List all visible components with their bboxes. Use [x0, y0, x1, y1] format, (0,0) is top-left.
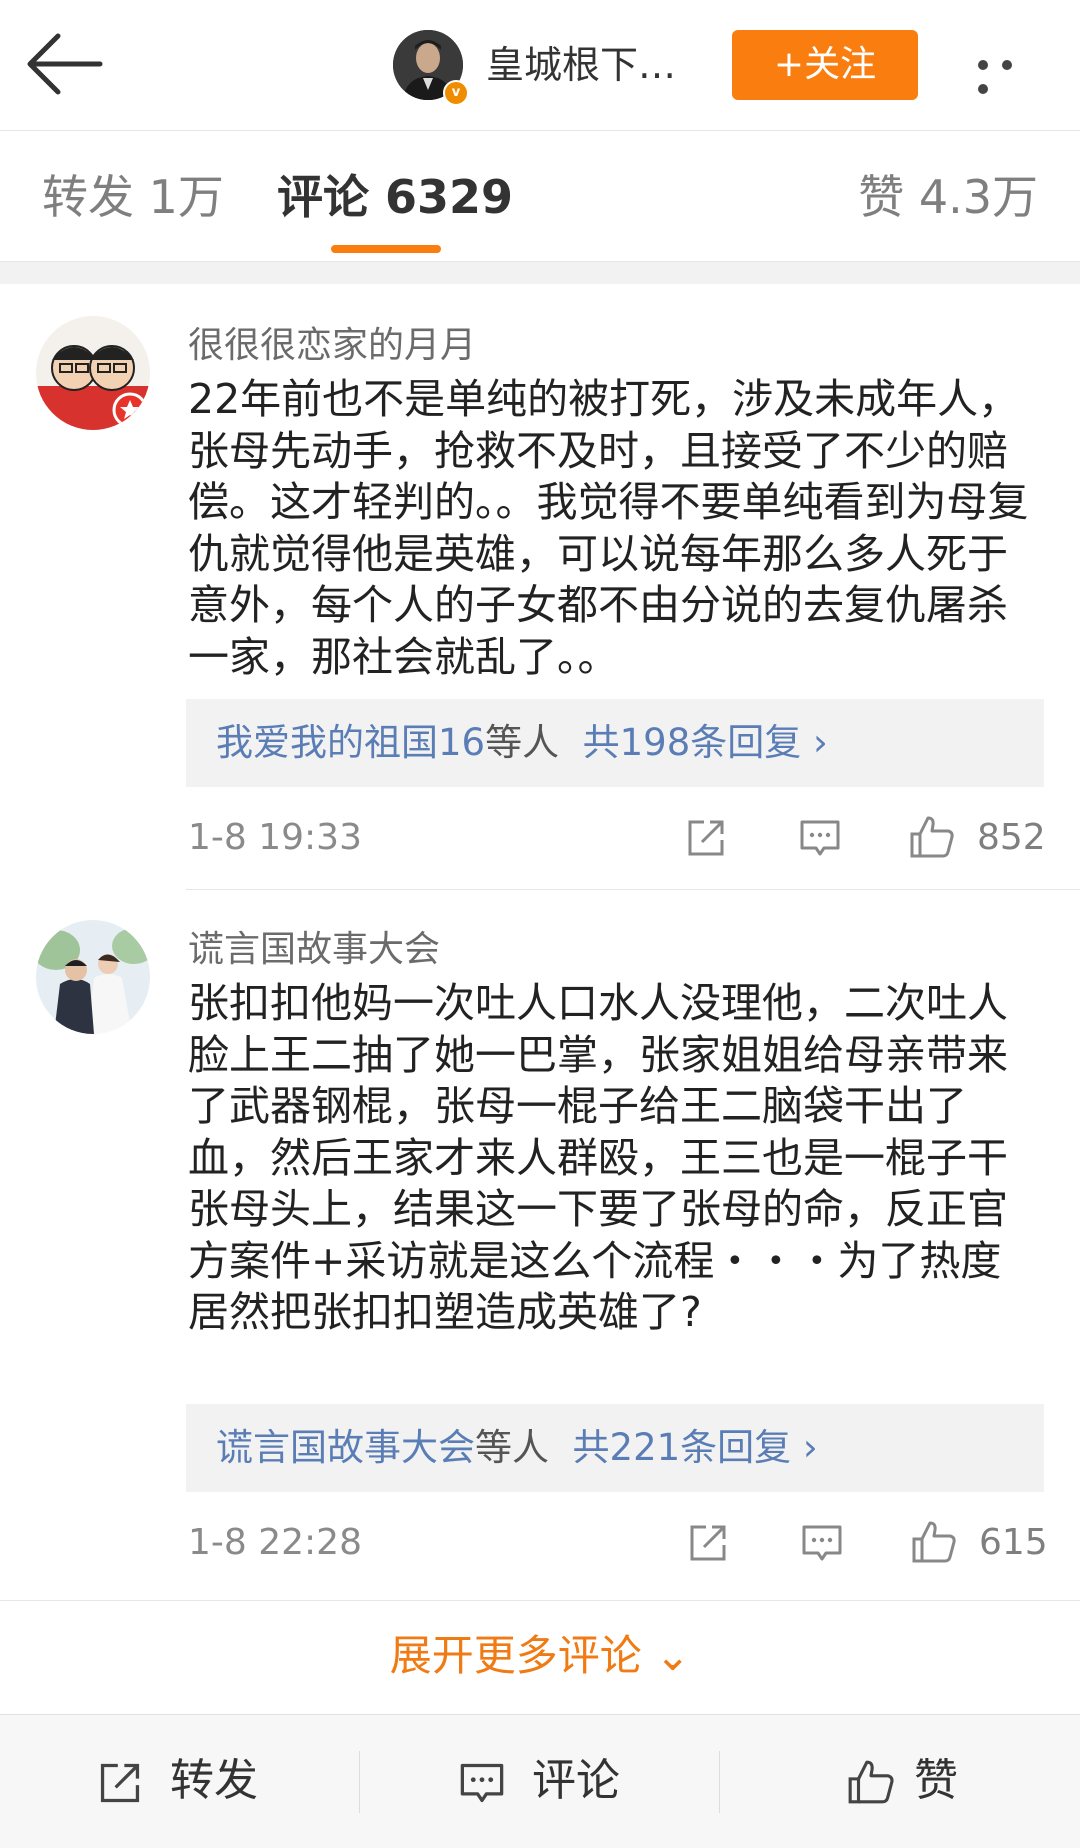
commenter-avatar[interactable] — [36, 920, 150, 1034]
repost-icon[interactable] — [684, 816, 728, 864]
bottom-like-button[interactable]: 赞 — [720, 1715, 1079, 1848]
like-count: 615 — [979, 1522, 1048, 1563]
bottom-repost-button[interactable]: 转发 — [0, 1715, 359, 1848]
like-icon[interactable] — [910, 1519, 958, 1569]
top-bar: v 皇城根下… +关注 — [0, 0, 1080, 131]
bottom-like-label: 赞 — [914, 1755, 958, 1806]
comment-time: 1-8 19:33 — [188, 817, 362, 858]
expand-more-comments-button[interactable]: 展开更多评论 ⌄ — [0, 1600, 1080, 1711]
reply-count[interactable]: 共221条回复 › — [573, 1426, 818, 1469]
like-icon — [846, 1757, 896, 1811]
comment-text: 张扣扣他妈一次吐人口水人没理他，二次吐人脸上王二抽了她一巴掌，张家姐姐给母亲带来… — [188, 979, 1008, 1336]
tab-repost[interactable]: 转发 1万 — [42, 167, 224, 227]
tab-bar: 转发 1万 评论 6329 赞 4.3万 — [0, 131, 1080, 262]
tab-like[interactable]: 赞 4.3万 — [858, 167, 1038, 227]
bottom-comment-label: 评论 — [532, 1755, 620, 1806]
reply-summary[interactable]: 谎言国故事大会等人 共221条回复 › — [186, 1404, 1044, 1492]
like-icon[interactable] — [908, 814, 956, 864]
verified-badge-icon: v — [443, 80, 469, 106]
back-arrow-icon[interactable] — [26, 30, 106, 100]
commenter-name[interactable]: 很很很恋家的月月 — [188, 324, 476, 368]
reply-summary[interactable]: 我爱我的祖国16等人 共198条回复 › — [186, 699, 1044, 787]
comment-text: 22年前也不是单纯的被打死，涉及未成年人，张母先动手，抢救不及时，且接受了不少的… — [188, 375, 1029, 681]
reply-count[interactable]: 共198条回复 › — [583, 721, 828, 764]
reply-suffix: 等人 — [485, 721, 560, 764]
reply-users[interactable]: 谎言国故事大会 — [216, 1426, 475, 1469]
reply-users[interactable]: 我爱我的祖国16 — [216, 721, 485, 764]
repost-icon — [96, 1759, 144, 1811]
repost-icon[interactable] — [686, 1521, 730, 1569]
author-name[interactable]: 皇城根下… — [486, 40, 676, 90]
section-divider — [0, 262, 1080, 284]
comment-icon — [458, 1759, 506, 1811]
bottom-repost-label: 转发 — [170, 1755, 258, 1806]
more-options-icon[interactable] — [978, 50, 1048, 94]
comment-time: 1-8 22:28 — [188, 1522, 362, 1563]
bottom-comment-button[interactable]: 评论 — [360, 1715, 719, 1848]
comment-icon[interactable] — [800, 1521, 844, 1569]
comment-divider — [186, 889, 1080, 890]
reply-summary-label: 我爱我的祖国16等人 共198条回复 › — [216, 699, 828, 787]
comment-icon[interactable] — [798, 816, 842, 864]
expand-more-label: 展开更多评论 ⌄ — [389, 1631, 691, 1680]
reply-suffix: 等人 — [475, 1426, 549, 1469]
like-count: 852 — [977, 817, 1046, 858]
commenter-avatar[interactable] — [36, 316, 150, 430]
reply-summary-label: 谎言国故事大会等人 共221条回复 › — [216, 1404, 818, 1492]
commenter-name[interactable]: 谎言国故事大会 — [188, 928, 440, 972]
bottom-action-bar: 转发 评论 赞 — [0, 1714, 1080, 1848]
follow-button[interactable]: +关注 — [732, 30, 918, 100]
tab-comment[interactable]: 评论 6329 — [277, 167, 513, 227]
active-tab-indicator — [331, 245, 441, 253]
